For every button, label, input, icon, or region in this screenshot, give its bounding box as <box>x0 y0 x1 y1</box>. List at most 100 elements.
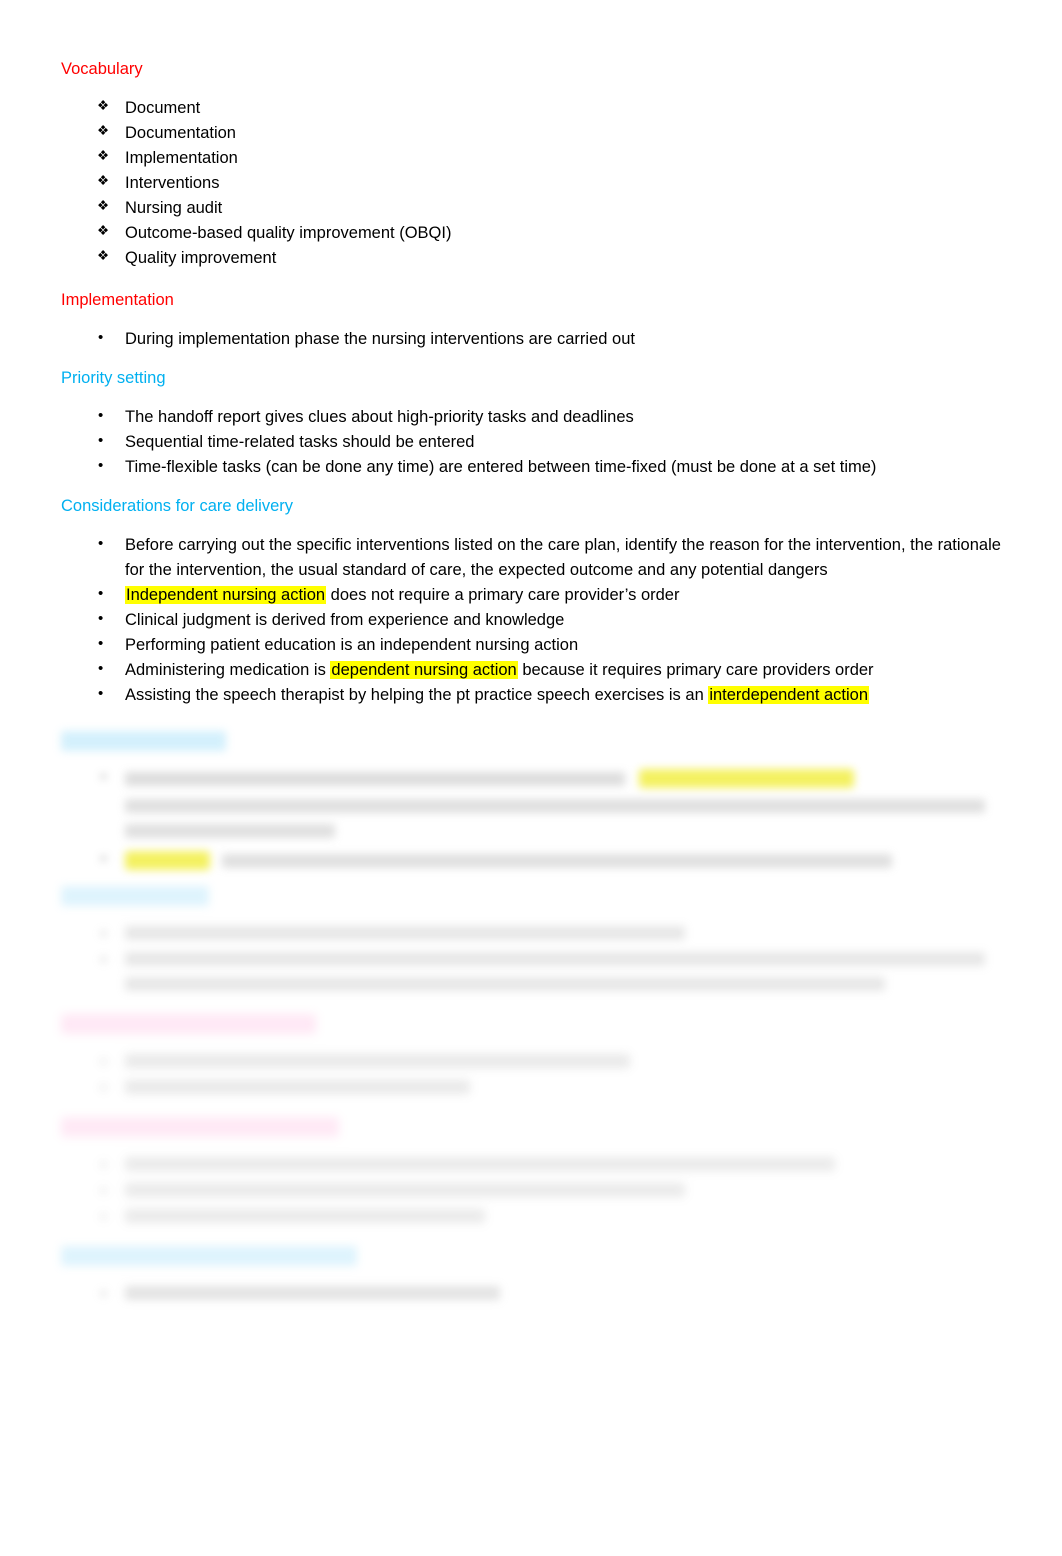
list-item: ❖ Interventions <box>61 171 451 196</box>
list-item-text: does not require a primary care provider… <box>326 585 680 604</box>
obscured-text-line <box>125 771 625 786</box>
obscured-heading <box>61 1246 357 1266</box>
obscured-text-line <box>125 1183 685 1197</box>
list-item-text: During implementation phase the nursing … <box>125 329 635 348</box>
obscured-section-3 <box>61 1014 630 1094</box>
round-bullet-icon: • <box>98 431 104 449</box>
section-considerations-for-care-delivery: Considerations for care delivery • Befor… <box>61 496 1011 708</box>
obscured-section-1 <box>61 731 985 870</box>
obscured-text-line <box>125 977 885 991</box>
round-bullet-icon: • <box>98 456 104 474</box>
list-item-text: Time-flexible tasks (can be done any tim… <box>125 457 877 476</box>
list-item: ❖ Outcome-based quality improvement (OBQ… <box>61 221 451 246</box>
list-item-text: Documentation <box>125 123 236 142</box>
round-bullet-icon <box>101 1162 106 1167</box>
diamond-bullet-icon: ❖ <box>97 122 110 138</box>
highlighted-term: Independent nursing action <box>125 585 327 604</box>
round-bullet-icon <box>101 1059 106 1064</box>
list-item-text: Outcome-based quality improvement (OBQI) <box>125 224 452 243</box>
list-item: ❖ Nursing audit <box>61 196 451 221</box>
obscured-heading <box>61 1014 316 1034</box>
round-bullet-icon <box>101 1214 106 1219</box>
obscured-highlight <box>125 851 210 870</box>
list-item-text: Implementation <box>125 148 238 167</box>
round-bullet-icon: • <box>98 406 104 424</box>
round-bullet-icon <box>101 931 106 936</box>
round-bullet-icon <box>101 1291 106 1296</box>
obscured-heading <box>61 1117 339 1137</box>
diamond-bullet-icon: ❖ <box>97 197 110 213</box>
round-bullet-icon <box>101 957 106 962</box>
obscured-text-line <box>125 1209 485 1223</box>
round-bullet-icon <box>101 774 106 779</box>
list-item: ❖ Documentation <box>61 121 451 146</box>
obscured-section-2 <box>61 886 985 991</box>
round-bullet-icon: • <box>98 534 104 552</box>
obscured-heading <box>61 886 209 906</box>
highlighted-term: dependent nursing action <box>330 661 518 680</box>
diamond-bullet-icon: ❖ <box>97 97 110 113</box>
diamond-bullet-icon: ❖ <box>97 147 110 163</box>
vocabulary-list: ❖ Document ❖ Documentation ❖ Implementat… <box>61 96 451 272</box>
heading-implementation: Implementation <box>61 291 174 309</box>
obscured-section-5 <box>61 1246 500 1300</box>
obscured-text-line <box>125 926 685 940</box>
round-bullet-icon: • <box>98 584 104 602</box>
obscured-text-line <box>222 853 892 868</box>
round-bullet-icon <box>101 1188 106 1193</box>
list-item-text: Performing patient education is an indep… <box>125 635 579 654</box>
list-item: • Assisting the speech therapist by help… <box>61 683 1011 708</box>
round-bullet-icon: • <box>98 328 104 346</box>
obscured-text-line <box>125 1286 500 1300</box>
obscured-highlight <box>639 769 854 788</box>
list-item: ❖ Implementation <box>61 146 451 171</box>
obscured-section-4 <box>61 1117 835 1223</box>
obscured-text-line <box>125 799 985 813</box>
section-implementation: Implementation • During implementation p… <box>61 290 635 352</box>
list-item-text: Clinical judgment is derived from experi… <box>125 610 565 629</box>
list-item: • Clinical judgment is derived from expe… <box>61 608 1011 633</box>
list-item-text: Document <box>125 98 201 117</box>
considerations-list: • Before carrying out the specific inter… <box>61 533 1011 709</box>
highlighted-term: interdependent action <box>708 686 870 705</box>
obscured-text-line <box>125 952 985 966</box>
list-item: • Administering medication is dependent … <box>61 658 1011 683</box>
round-bullet-icon: • <box>98 685 104 703</box>
list-item-text: Interventions <box>125 173 220 192</box>
round-bullet-icon: • <box>98 609 104 627</box>
list-item: • The handoff report gives clues about h… <box>61 405 876 430</box>
heading-priority-setting: Priority setting <box>61 369 166 387</box>
diamond-bullet-icon: ❖ <box>97 248 110 264</box>
list-item: ❖ Quality improvement <box>61 246 451 271</box>
list-item-text: Assisting the speech therapist by helpin… <box>125 686 709 705</box>
obscured-text-line <box>125 824 335 838</box>
list-item: • During implementation phase the nursin… <box>61 327 635 352</box>
diamond-bullet-icon: ❖ <box>97 172 110 188</box>
list-item-text: Quality improvement <box>125 249 277 268</box>
list-item-text: Nursing audit <box>125 198 223 217</box>
obscured-text-line <box>125 1157 835 1171</box>
obscured-text-line <box>125 1054 630 1068</box>
obscured-text-line <box>125 1080 470 1094</box>
list-item: ❖ Document <box>61 96 451 121</box>
section-vocabulary: Vocabulary ❖ Document ❖ Documentation ❖ … <box>61 59 451 271</box>
round-bullet-icon: • <box>98 660 104 678</box>
implementation-list: • During implementation phase the nursin… <box>61 327 635 352</box>
list-item: • Time-flexible tasks (can be done any t… <box>61 455 876 480</box>
heading-vocabulary: Vocabulary <box>61 60 143 78</box>
heading-considerations-for-care-delivery: Considerations for care delivery <box>61 497 294 515</box>
list-item-text: Sequential time-related tasks should be … <box>125 432 475 451</box>
section-priority-setting: Priority setting • The handoff report gi… <box>61 368 876 480</box>
list-item-text: The handoff report gives clues about hig… <box>125 407 634 426</box>
list-item: • Independent nursing action does not re… <box>61 583 1011 608</box>
round-bullet-icon: • <box>98 634 104 652</box>
list-item: • Performing patient education is an ind… <box>61 633 1011 658</box>
list-item: • Sequential time-related tasks should b… <box>61 430 876 455</box>
round-bullet-icon <box>101 1085 106 1090</box>
diamond-bullet-icon: ❖ <box>97 223 110 239</box>
list-item-text: because it requires primary care provide… <box>517 661 874 680</box>
list-item: • Before carrying out the specific inter… <box>61 533 1011 583</box>
list-item-text: Before carrying out the specific interve… <box>125 535 1001 579</box>
obscured-heading <box>61 731 226 751</box>
list-item-text: Administering medication is <box>125 661 331 680</box>
